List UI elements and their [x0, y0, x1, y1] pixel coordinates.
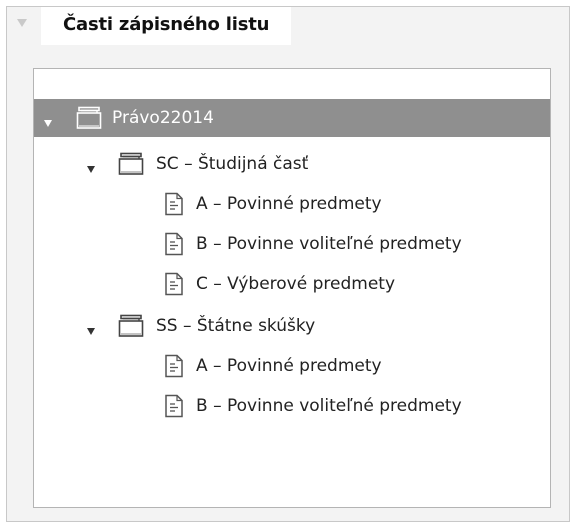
tree-node-leaf[interactable]: A – Povinné predmety [34, 185, 550, 223]
tree-node-leaf[interactable]: B – Povinne voliteľné predmety [34, 225, 550, 263]
tree-node-label: SC – Študijná časť [156, 154, 309, 174]
tree-node-group[interactable]: SC – Študijná časť [34, 145, 550, 183]
zapisny-list-panel: Časti zápisného listu Právo22014 SC – Št… [6, 6, 570, 522]
panel-header: Časti zápisného listu [7, 7, 569, 45]
tree-node-root[interactable]: Právo22014 [34, 99, 550, 137]
tree-node-label: B – Povinne voliteľné predmety [196, 396, 462, 416]
expand-arrow-icon[interactable] [86, 321, 96, 335]
tree-node-group[interactable]: SS – Štátne skúšky [34, 307, 550, 345]
tree-view: Právo22014 SC – Študijná časť A – Povinn… [33, 68, 551, 508]
folder-icon [76, 106, 102, 135]
tree-node-label: SS – Štátne skúšky [156, 316, 316, 336]
panel-title: Časti zápisného listu [63, 14, 270, 35]
collapse-arrow-icon[interactable] [15, 16, 29, 30]
document-icon [164, 232, 184, 261]
tree-top-bar [34, 69, 550, 97]
expand-arrow-icon[interactable] [86, 159, 96, 173]
tree-node-label: C – Výberové predmety [196, 274, 396, 294]
document-icon [164, 272, 184, 301]
document-icon [164, 192, 184, 221]
tree-node-leaf[interactable]: B – Povinne voliteľné predmety [34, 387, 550, 425]
tree-node-label: B – Povinne voliteľné predmety [196, 234, 462, 254]
tree-node-leaf[interactable]: C – Výberové predmety [34, 265, 550, 303]
folder-icon [118, 152, 144, 181]
document-icon [164, 354, 184, 383]
tree-node-label: A – Povinné predmety [196, 194, 382, 214]
tree-node-label: A – Povinné predmety [196, 356, 382, 376]
expand-arrow-icon[interactable] [43, 113, 53, 127]
tree-node-leaf[interactable]: A – Povinné predmety [34, 347, 550, 385]
panel-title-tab: Časti zápisného listu [41, 7, 292, 45]
folder-icon [118, 314, 144, 343]
document-icon [164, 394, 184, 423]
tree-node-label: Právo22014 [112, 108, 214, 128]
